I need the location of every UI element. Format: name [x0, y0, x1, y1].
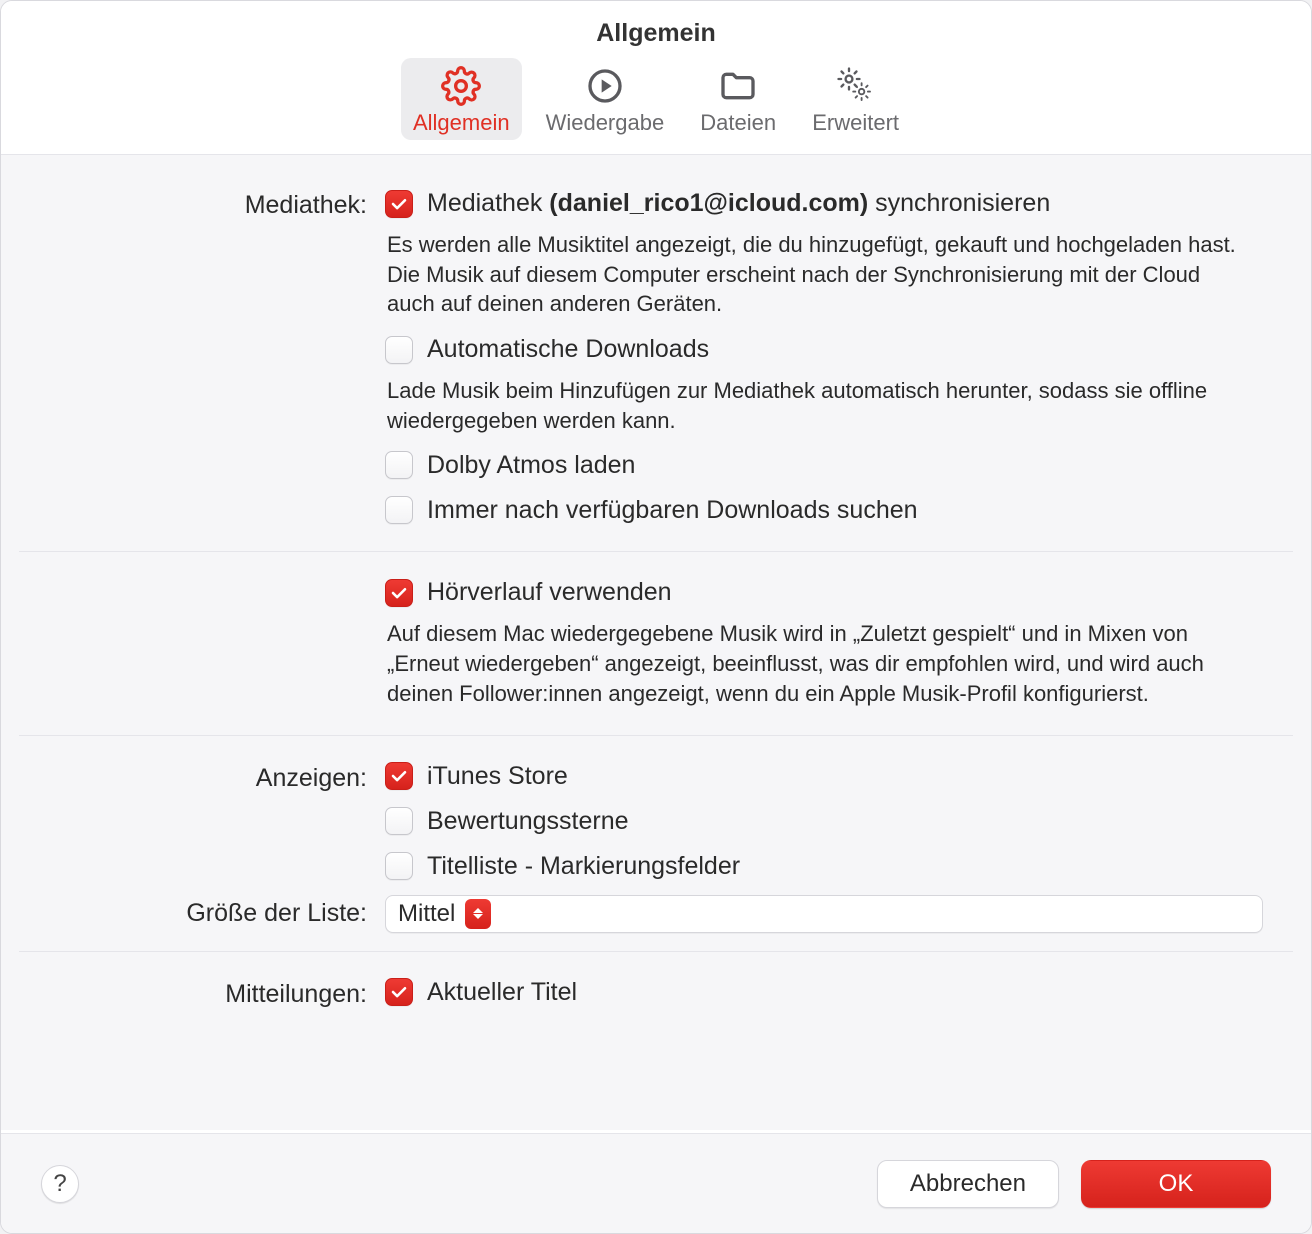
checkbox-auto-download[interactable] — [385, 336, 413, 364]
star-ratings-label: Bewertungssterne — [427, 807, 629, 836]
option-songlist-checkboxes: Titelliste - Markierungsfelder — [385, 852, 1263, 881]
itunes-store-label: iTunes Store — [427, 762, 568, 791]
option-auto-download: Automatische Downloads Lade Musik beim H… — [385, 335, 1263, 435]
tab-general[interactable]: Allgemein — [401, 58, 522, 140]
chevron-up-down-icon — [465, 899, 491, 929]
tab-files[interactable]: Dateien — [688, 58, 788, 140]
preferences-window: Allgemein Allgemein Wiedergabe Dateien — [0, 0, 1312, 1234]
always-check-label: Immer nach verfügbaren Downloads suchen — [427, 496, 918, 525]
checkbox-use-history[interactable] — [385, 579, 413, 607]
section-notifications-label: Mitteilungen: — [19, 978, 367, 1009]
option-itunes-store: iTunes Store — [385, 762, 1263, 791]
checkbox-star-ratings[interactable] — [385, 807, 413, 835]
option-always-check-downloads: Immer nach verfügbaren Downloads suchen — [385, 496, 1263, 525]
tab-advanced[interactable]: Erweitert — [800, 58, 911, 140]
folder-icon — [716, 64, 760, 108]
dolby-atmos-label: Dolby Atmos laden — [427, 451, 635, 480]
ok-button[interactable]: OK — [1081, 1160, 1271, 1208]
toolbar: Allgemein Wiedergabe Dateien — [1, 58, 1311, 155]
body: Mediathek: Mediathek (daniel_rico1@iclou… — [1, 155, 1311, 1130]
section-history: Hörverlauf verwenden Auf diesem Mac wied… — [19, 551, 1293, 734]
checkbox-songlist-checkboxes[interactable] — [385, 852, 413, 880]
help-icon: ? — [53, 1170, 66, 1198]
checkbox-current-title[interactable] — [385, 978, 413, 1006]
header: Allgemein Allgemein Wiedergabe Dateien — [1, 1, 1311, 155]
tab-playback-label: Wiedergabe — [546, 110, 665, 136]
gear-icon — [439, 64, 483, 108]
current-title-label: Aktueller Titel — [427, 978, 577, 1007]
checkbox-sync-library[interactable] — [385, 190, 413, 218]
option-star-ratings: Bewertungssterne — [385, 807, 1263, 836]
use-history-label: Hörverlauf verwenden — [427, 578, 672, 607]
auto-download-desc: Lade Musik beim Hinzufügen zur Mediathek… — [385, 376, 1245, 435]
option-dolby-atmos: Dolby Atmos laden — [385, 451, 1263, 480]
sync-library-desc: Es werden alle Musiktitel angezeigt, die… — [385, 230, 1245, 319]
footer: ? Abbrechen OK — [1, 1133, 1311, 1233]
section-notifications: Mitteilungen: Aktueller Titel — [19, 951, 1293, 1035]
section-show-label: Anzeigen: — [19, 762, 367, 881]
checkbox-dolby-atmos[interactable] — [385, 451, 413, 479]
use-history-desc: Auf diesem Mac wiedergegebene Musik wird… — [385, 619, 1245, 708]
tab-general-label: Allgemein — [413, 110, 510, 136]
section-history-label — [19, 578, 367, 708]
sync-library-label: Mediathek (daniel_rico1@icloud.com) sync… — [427, 189, 1050, 218]
window-title: Allgemein — [1, 19, 1311, 48]
songlist-checkboxes-label: Titelliste - Markierungsfelder — [427, 852, 740, 881]
auto-download-label: Automatische Downloads — [427, 335, 709, 364]
section-list-size-label: Größe der Liste: — [19, 881, 367, 933]
tab-files-label: Dateien — [700, 110, 776, 136]
section-show: Anzeigen: iTunes Store Bewertungssterne — [19, 735, 1293, 951]
select-list-size-value: Mittel — [398, 900, 455, 928]
section-library-label: Mediathek: — [19, 189, 367, 525]
option-use-history: Hörverlauf verwenden Auf diesem Mac wied… — [385, 578, 1263, 708]
tab-playback[interactable]: Wiedergabe — [534, 58, 677, 140]
cancel-button[interactable]: Abbrechen — [877, 1160, 1059, 1208]
checkbox-itunes-store[interactable] — [385, 762, 413, 790]
tab-advanced-label: Erweitert — [812, 110, 899, 136]
select-list-size[interactable]: Mittel — [385, 895, 1263, 933]
play-circle-icon — [583, 64, 627, 108]
gears-icon — [834, 64, 878, 108]
checkbox-always-check[interactable] — [385, 496, 413, 524]
help-button[interactable]: ? — [41, 1165, 79, 1203]
option-current-title: Aktueller Titel — [385, 978, 1263, 1007]
section-library: Mediathek: Mediathek (daniel_rico1@iclou… — [19, 189, 1293, 551]
option-sync-library: Mediathek (daniel_rico1@icloud.com) sync… — [385, 189, 1263, 319]
